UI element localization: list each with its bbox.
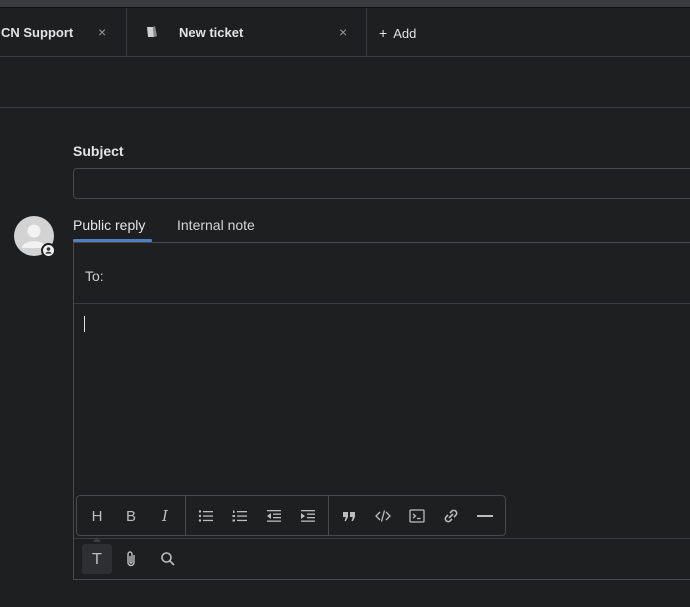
indent-button[interactable] [297, 505, 319, 527]
tab-public-reply[interactable]: Public reply [73, 217, 145, 233]
outdent-button[interactable] [263, 505, 285, 527]
toolbar-divider [328, 496, 329, 535]
add-tab-button[interactable]: + Add [379, 25, 416, 41]
indent-icon [301, 510, 315, 522]
bullet-list-icon [198, 510, 213, 522]
formatting-toolbar: H B I [76, 495, 506, 536]
outdent-icon [267, 510, 281, 522]
tab-bar: CN Support × New ticket × + Add [0, 8, 690, 57]
bold-button[interactable]: B [120, 505, 142, 527]
tab-internal-note[interactable]: Internal note [177, 217, 255, 233]
tab-label: CN Support [1, 25, 74, 40]
window-top-edge [0, 0, 690, 8]
blockquote-button[interactable] [338, 505, 360, 527]
subject-input[interactable] [73, 168, 690, 199]
italic-button[interactable]: I [154, 505, 176, 527]
close-icon[interactable]: × [98, 24, 106, 40]
code-icon [375, 510, 391, 522]
toolbar-divider [185, 496, 186, 535]
contact-badge-icon [41, 243, 56, 258]
link-icon [444, 509, 458, 523]
paperclip-icon [127, 551, 135, 567]
quote-icon [343, 512, 355, 521]
tab-cn-support[interactable]: CN Support × [0, 8, 127, 56]
to-label: To: [85, 268, 104, 284]
search-button[interactable] [153, 544, 183, 574]
horizontal-rule-button[interactable] [474, 505, 496, 527]
subject-label: Subject [73, 143, 124, 159]
add-label: Add [393, 26, 417, 41]
terminal-icon [409, 509, 425, 523]
heading-button[interactable]: H [86, 505, 108, 527]
ticket-icon [147, 26, 157, 37]
heading-icon: H [91, 507, 103, 525]
text-format-button[interactable]: T [82, 544, 112, 574]
code-button[interactable] [372, 505, 394, 527]
plus-icon: + [379, 25, 388, 41]
link-button[interactable] [440, 505, 462, 527]
horizontal-rule-icon [477, 515, 493, 517]
close-icon[interactable]: × [339, 24, 347, 40]
code-block-button[interactable] [406, 505, 428, 527]
bold-icon: B [125, 507, 136, 525]
bullet-list-button[interactable] [195, 505, 217, 527]
tab-label: New ticket [179, 25, 244, 40]
text-caret [84, 316, 85, 332]
attach-button[interactable] [116, 544, 146, 574]
numbered-list-icon [232, 510, 247, 522]
numbered-list-button[interactable] [229, 505, 251, 527]
to-field[interactable]: To: [74, 243, 690, 304]
ticket-header [0, 57, 690, 108]
search-icon [161, 552, 175, 566]
text-format-icon: T [92, 550, 102, 568]
italic-icon: I [162, 507, 168, 525]
tab-new-ticket[interactable]: New ticket × [127, 8, 367, 56]
